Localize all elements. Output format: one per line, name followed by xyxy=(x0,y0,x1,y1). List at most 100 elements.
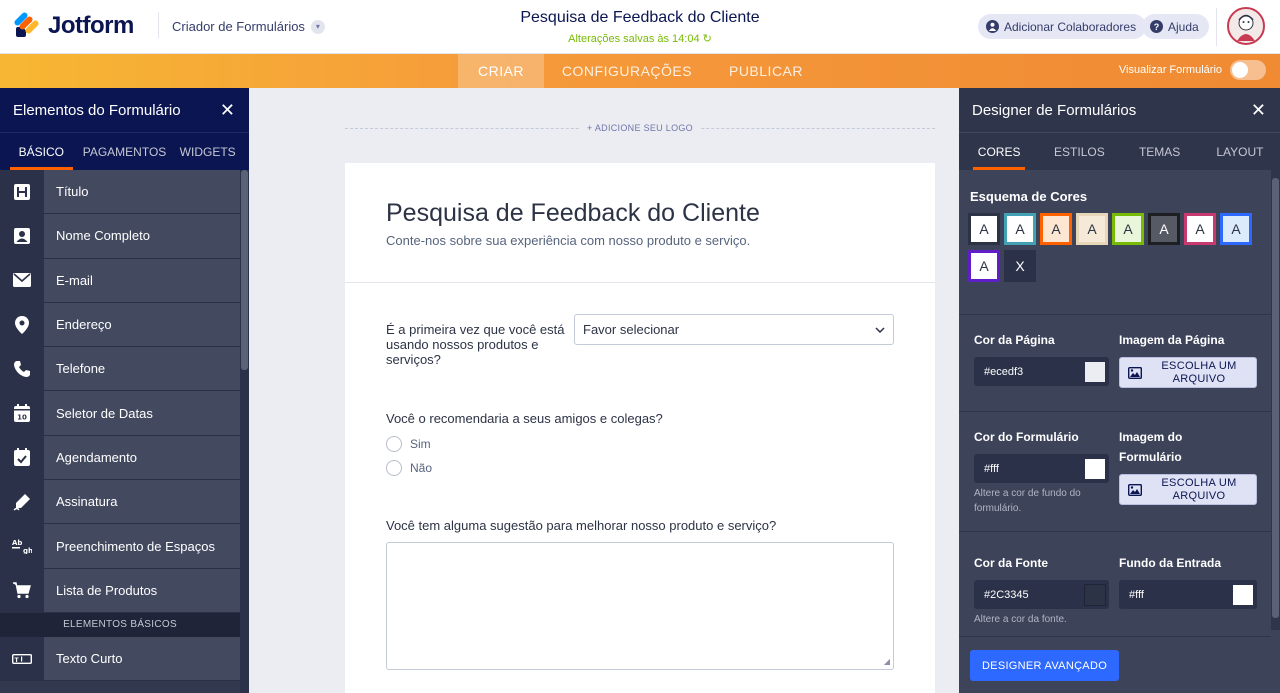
page-image-choose-file-button[interactable]: ESCOLHA UM ARQUIVO xyxy=(1119,357,1257,388)
element-preenchimento-de-espacos[interactable]: Ab gh Preenchimento de Espaços xyxy=(0,524,240,569)
tab-layout[interactable]: LAYOUT xyxy=(1200,133,1280,170)
close-icon[interactable]: ✕ xyxy=(1251,100,1266,121)
color-scheme-swatch[interactable]: A xyxy=(1220,213,1252,245)
element-titulo[interactable]: Título xyxy=(0,170,240,215)
tab-estilos[interactable]: ESTILOS xyxy=(1039,133,1119,170)
element-tabs: BÁSICO PAGAMENTOS WIDGETS xyxy=(0,132,249,170)
element-label: Lista de Produtos xyxy=(56,582,158,598)
element-endereco[interactable]: Endereço xyxy=(0,302,240,348)
form-color-label: Cor do Formulário xyxy=(974,430,1079,444)
designer-tabs: CORES ESTILOS TEMAS LAYOUT xyxy=(959,132,1280,170)
phone-icon xyxy=(0,347,44,391)
avatar[interactable] xyxy=(1227,7,1265,45)
font-color-help: Altere a cor da fonte. xyxy=(974,614,1067,625)
element-seletor-de-datas[interactable]: 10 Seletor de Datas xyxy=(0,391,240,436)
image-upload-icon xyxy=(1128,366,1142,379)
element-label: Endereço xyxy=(56,317,112,333)
element-label: Título xyxy=(56,184,89,200)
element-assinatura[interactable]: Assinatura xyxy=(0,480,240,525)
radio-button[interactable] xyxy=(386,460,402,476)
tab-temas[interactable]: TEMAS xyxy=(1120,133,1200,170)
color-scheme-swatch[interactable]: A xyxy=(1040,213,1072,245)
tab-criar[interactable]: CRIAR xyxy=(458,54,544,88)
preview-toggle[interactable] xyxy=(1230,60,1266,80)
element-lista-de-produtos[interactable]: Lista de Produtos xyxy=(0,568,240,613)
section-divider xyxy=(959,531,1271,532)
element-agendamento[interactable]: Agendamento xyxy=(0,435,240,481)
color-scheme-swatch[interactable]: A xyxy=(1184,213,1216,245)
form-subheading[interactable]: Conte-nos sobre sua experiência com noss… xyxy=(386,233,750,248)
color-scheme-swatch[interactable]: A xyxy=(1004,213,1036,245)
tab-cores[interactable]: CORES xyxy=(959,133,1039,170)
form-elements-header: Elementos do Formulário ✕ xyxy=(0,88,249,132)
calendar-check-icon xyxy=(0,435,44,480)
help-button[interactable]: ? Ajuda xyxy=(1142,14,1209,39)
resize-handle-icon[interactable]: ◢ xyxy=(884,657,890,666)
section-basic-elements: ELEMENTOS BÁSICOS xyxy=(0,612,240,637)
page-color-input[interactable]: #ecedf3 xyxy=(974,357,1109,386)
font-color-input[interactable]: #2C3345 xyxy=(974,580,1109,609)
radio-option-sim[interactable]: Sim xyxy=(386,436,431,452)
preview-form-control: Visualizar Formulário xyxy=(1119,60,1266,80)
form-image-choose-file-button[interactable]: ESCOLHA UM ARQUIVO xyxy=(1119,474,1257,505)
suggestion-textarea[interactable]: ◢ xyxy=(386,542,894,670)
radio-option-nao[interactable]: Não xyxy=(386,460,432,476)
fill-blank-icon: Ab gh xyxy=(0,524,44,568)
element-email[interactable]: E-mail xyxy=(0,258,240,303)
question-suggestion-label[interactable]: Você tem alguma sugestão para melhorar n… xyxy=(386,518,776,533)
input-background-label: Fundo da Entrada xyxy=(1119,556,1221,570)
scroll-thumb[interactable] xyxy=(1272,178,1279,618)
page-image-label: Imagem da Página xyxy=(1119,333,1225,347)
elements-scrollbar[interactable] xyxy=(240,170,249,693)
envelope-icon xyxy=(0,258,44,302)
svg-text:gh: gh xyxy=(23,547,32,554)
tab-publicar[interactable]: PUBLICAR xyxy=(712,54,820,88)
form-color-chip[interactable] xyxy=(1084,457,1106,480)
section-divider xyxy=(959,636,1271,637)
radio-button[interactable] xyxy=(386,436,402,452)
radio-label: Sim xyxy=(410,437,431,451)
form-heading[interactable]: Pesquisa de Feedback do Cliente xyxy=(386,199,760,228)
choose-file-label: ESCOLHA UM ARQUIVO xyxy=(1161,476,1237,502)
advanced-designer-button[interactable]: DESIGNER AVANÇADO xyxy=(970,650,1119,681)
scroll-thumb[interactable] xyxy=(241,170,248,370)
element-nome-completo[interactable]: Nome Completo xyxy=(0,214,240,259)
panel-title: Designer de Formulários xyxy=(972,101,1137,119)
element-telefone[interactable]: Telefone xyxy=(0,347,240,392)
clear-scheme-button[interactable]: X xyxy=(1004,250,1036,282)
input-background-input[interactable]: #fff xyxy=(1119,580,1257,609)
page-color-value: #ecedf3 xyxy=(984,365,1024,378)
page-color-chip[interactable] xyxy=(1084,360,1106,383)
color-scheme-swatch[interactable]: A xyxy=(1076,213,1108,245)
element-label: Texto Curto xyxy=(56,651,123,667)
designer-scrollbar[interactable] xyxy=(1271,170,1280,630)
page-color-label: Cor da Página xyxy=(974,333,1055,347)
form-color-input[interactable]: #fff xyxy=(974,454,1109,483)
element-texto-curto[interactable]: T Texto Curto xyxy=(0,636,240,682)
color-scheme-swatch[interactable]: A xyxy=(968,213,1000,245)
top-header: Jotform Criador de Formulários ▾ Pesquis… xyxy=(0,0,1280,54)
input-background-chip[interactable] xyxy=(1232,583,1254,606)
tab-configuracoes[interactable]: CONFIGURAÇÕES xyxy=(548,54,706,88)
preview-label: Visualizar Formulário xyxy=(1118,64,1222,76)
form-color-value: #fff xyxy=(984,462,999,475)
question-recommend-label[interactable]: Você o recomendaria a seus amigos e cole… xyxy=(386,411,663,426)
add-collaborators-button[interactable]: Adicionar Colaboradores xyxy=(978,14,1147,39)
question-first-time-label[interactable]: É a primeira vez que você está usando no… xyxy=(386,322,566,367)
builder-nav: CRIAR CONFIGURAÇÕES PUBLICAR Visualizar … xyxy=(0,54,1280,88)
calendar-icon: 10 xyxy=(0,391,44,435)
color-scheme-swatch[interactable]: A xyxy=(968,250,1000,282)
tab-pagamentos[interactable]: PAGAMENTOS xyxy=(83,133,167,170)
tab-basico[interactable]: BÁSICO xyxy=(0,133,83,170)
tab-widgets[interactable]: WIDGETS xyxy=(166,133,249,170)
close-icon[interactable]: ✕ xyxy=(220,100,235,121)
add-logo-button[interactable]: + ADICIONE SEU LOGO xyxy=(579,123,701,133)
panel-title: Elementos do Formulário xyxy=(13,101,181,119)
color-scheme-swatch[interactable]: A xyxy=(1112,213,1144,245)
heading-icon xyxy=(0,170,44,214)
first-time-dropdown[interactable]: Favor selecionar xyxy=(574,314,894,345)
element-label: Preenchimento de Espaços xyxy=(56,538,215,554)
choose-file-label: ESCOLHA UM ARQUIVO xyxy=(1161,359,1237,385)
color-scheme-swatch[interactable]: A xyxy=(1148,213,1180,245)
font-color-chip[interactable] xyxy=(1084,583,1106,606)
